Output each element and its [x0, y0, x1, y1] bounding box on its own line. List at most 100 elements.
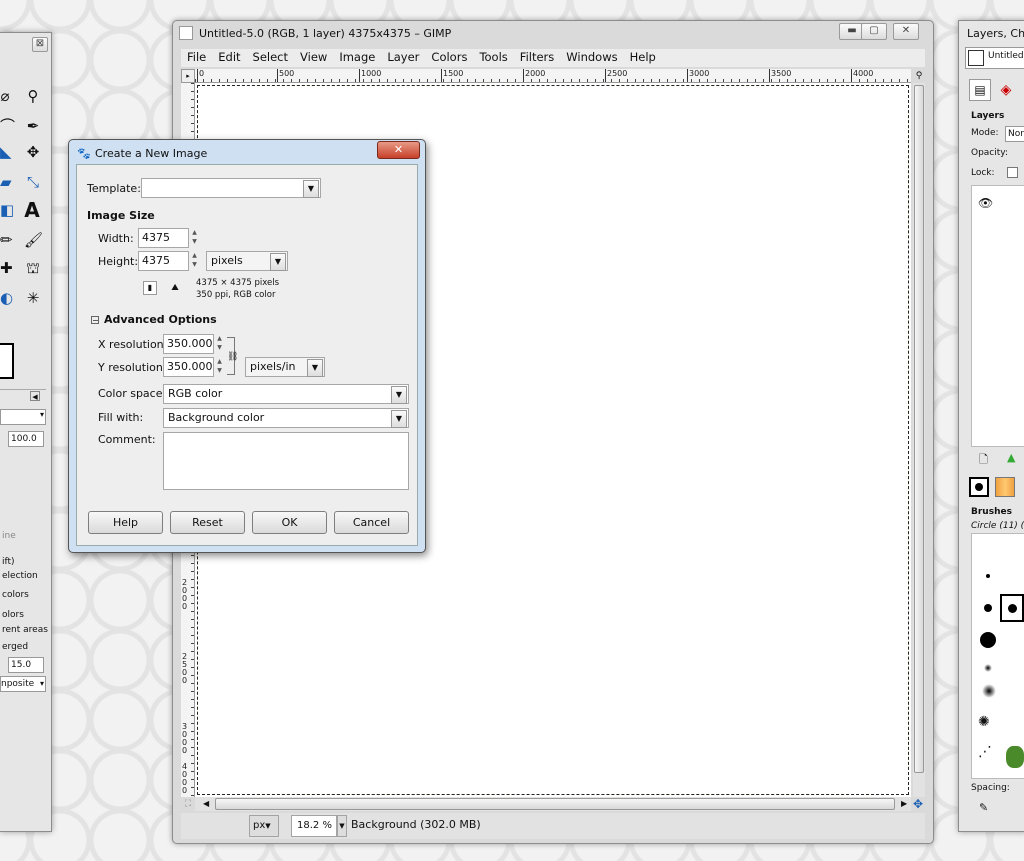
fg-bg-color-swatch[interactable] [0, 343, 14, 379]
edit-brush-icon[interactable]: ✎ [979, 801, 988, 814]
new-layer-icon[interactable]: 🗋 [979, 451, 988, 470]
comment-textarea[interactable] [163, 432, 409, 490]
navigate-corner-icon[interactable]: ⛶ [181, 797, 195, 811]
fuzzy-select-icon[interactable]: ⌀ [0, 87, 10, 105]
raise-layer-icon[interactable]: ▲ [1007, 451, 1015, 464]
width-input[interactable]: 4375 [138, 228, 189, 248]
chevron-down-icon: ▼ [303, 180, 319, 198]
menu-edit[interactable]: Edit [212, 49, 246, 65]
pattern-swatch[interactable] [995, 477, 1015, 497]
brush-splatter[interactable]: ✺ [978, 714, 990, 730]
brush-fuzzy-2[interactable] [982, 684, 996, 698]
menu-windows[interactable]: Windows [560, 49, 623, 65]
width-spin-buttons[interactable]: ▲ ▼ [190, 228, 199, 248]
toolbox-value-15[interactable]: 15.0 [8, 657, 44, 673]
x-resolution-input[interactable]: 350.000 [163, 334, 214, 354]
layers-list[interactable]: 👁 [971, 185, 1024, 447]
chain-link-icon[interactable]: ⛓ [227, 337, 238, 375]
close-button[interactable]: ✕ [893, 23, 919, 40]
menu-tools[interactable]: Tools [473, 49, 513, 65]
move-icon[interactable]: ✥ [24, 143, 42, 161]
menu-layer[interactable]: Layer [381, 49, 425, 65]
pencil-icon[interactable]: ✏ [0, 231, 13, 249]
height-spin-buttons[interactable]: ▲ ▼ [190, 251, 199, 271]
y-resolution-spin-buttons[interactable]: ▲ ▼ [215, 357, 224, 377]
ok-button[interactable]: OK [252, 511, 327, 534]
menu-help[interactable]: Help [624, 49, 662, 65]
lasso-icon[interactable]: ⌒ [0, 117, 15, 135]
scroll-left-icon[interactable]: ◀ [203, 797, 209, 811]
horizontal-ruler[interactable]: 0 500 1000 1500 2000 2500 3000 3500 4000 [195, 69, 911, 83]
brushes-grid[interactable]: ✺ ⋰ [971, 533, 1024, 779]
scroll-right-icon[interactable]: ▶ [901, 797, 907, 811]
menu-image[interactable]: Image [333, 49, 381, 65]
ruler-h-label-3000: 3000 [687, 69, 709, 82]
unit-dropdown[interactable]: px▼ [249, 815, 279, 837]
dodge-icon[interactable]: ◐ [0, 289, 13, 307]
height-label: Height: [98, 255, 139, 268]
help-button[interactable]: Help [88, 511, 163, 534]
maximize-button[interactable]: ▢ [861, 23, 887, 40]
menu-filters[interactable]: Filters [514, 49, 560, 65]
horizontal-scrollbar[interactable]: ◀ ▶ [195, 797, 911, 811]
ruler-corner-button[interactable]: ▸ [181, 69, 195, 83]
menu-select[interactable]: Select [247, 49, 294, 65]
cancel-button[interactable]: Cancel [334, 511, 409, 534]
advanced-collapse-icon[interactable]: − [91, 316, 99, 325]
flip-icon[interactable]: ◧ [0, 201, 14, 219]
brush-dot-medium[interactable] [984, 604, 992, 612]
size-unit-dropdown[interactable]: pixels ▼ [206, 251, 288, 271]
brush-pepper[interactable] [1006, 746, 1024, 768]
paintbrush-icon[interactable]: 🖌 [24, 231, 43, 249]
brush-fuzzy-1[interactable] [984, 664, 992, 672]
y-resolution-input[interactable]: 350.000 [163, 357, 214, 377]
tool-options-dropdown[interactable]: ▾ [0, 409, 46, 425]
reset-button[interactable]: Reset [170, 511, 245, 534]
zoom-image-icon[interactable]: ⚲ [913, 69, 925, 83]
landscape-orientation-icon[interactable]: ⛰ [167, 281, 183, 295]
brush-grass[interactable]: ⋰ [978, 744, 992, 760]
menu-colors[interactable]: Colors [425, 49, 473, 65]
paths-icon[interactable]: ✒ [24, 117, 42, 135]
scale-icon[interactable]: ⤡ [24, 173, 42, 191]
text-tool-icon[interactable]: A [23, 200, 41, 220]
tool-options-menu-icon[interactable]: ◀ [30, 391, 40, 401]
smudge-icon[interactable]: ✳ [24, 289, 42, 307]
resolution-unit-dropdown[interactable]: pixels/in ▼ [245, 357, 325, 377]
clone-stamp-icon[interactable]: ⛫ [24, 259, 42, 277]
vertical-scroll-thumb[interactable] [914, 85, 924, 773]
lock-pixels-checkbox[interactable] [1007, 167, 1018, 178]
layers-tab-icon[interactable]: ▤ [969, 79, 991, 101]
fill-with-dropdown[interactable]: Background color ▼ [163, 408, 409, 428]
navigate-icon[interactable]: ✥ [913, 797, 925, 811]
opacity-value[interactable]: 100.0 [8, 431, 44, 447]
mode-dropdown[interactable]: Nor [1005, 126, 1024, 142]
menu-file[interactable]: File [181, 49, 212, 65]
brush-dot-large[interactable] [980, 632, 996, 648]
brush-dot-small[interactable] [986, 574, 990, 578]
toolbox-composite-dropdown[interactable]: nposite ▾ [0, 676, 46, 692]
zoom-dropdown-arrow[interactable]: ▼ [337, 815, 347, 837]
height-input[interactable]: 4375 [138, 251, 189, 271]
image-selector[interactable]: Untitled- [965, 47, 1024, 69]
crop-icon[interactable]: ▰ [0, 173, 12, 191]
dialog-close-button[interactable]: ✕ [377, 141, 420, 159]
horizontal-scroll-thumb[interactable] [215, 798, 895, 810]
menu-view[interactable]: View [294, 49, 333, 65]
toolbox-close-button[interactable]: ⊠ [32, 37, 48, 52]
color-space-dropdown[interactable]: RGB color ▼ [163, 384, 409, 404]
heal-icon[interactable]: ✚ [0, 259, 13, 277]
advanced-options-heading[interactable]: Advanced Options [104, 313, 217, 326]
x-resolution-spin-buttons[interactable]: ▲ ▼ [215, 334, 224, 354]
layer-visibility-eye-icon[interactable]: 👁 [978, 196, 993, 210]
zoom-dropdown[interactable]: 18.2 % [291, 815, 337, 837]
brush-selected[interactable] [1000, 594, 1024, 622]
ruler-h-label-1500: 1500 [441, 69, 463, 82]
align-icon[interactable]: ◣ [0, 143, 12, 161]
template-dropdown[interactable]: ▼ [141, 178, 321, 198]
magic-wand-icon[interactable]: ⚲ [24, 87, 42, 105]
portrait-orientation-icon[interactable]: ▮ [143, 281, 157, 295]
channels-tab-icon[interactable]: ◈ [995, 79, 1017, 101]
vertical-scrollbar[interactable] [913, 83, 925, 797]
fg-brush-swatch[interactable] [969, 477, 989, 497]
